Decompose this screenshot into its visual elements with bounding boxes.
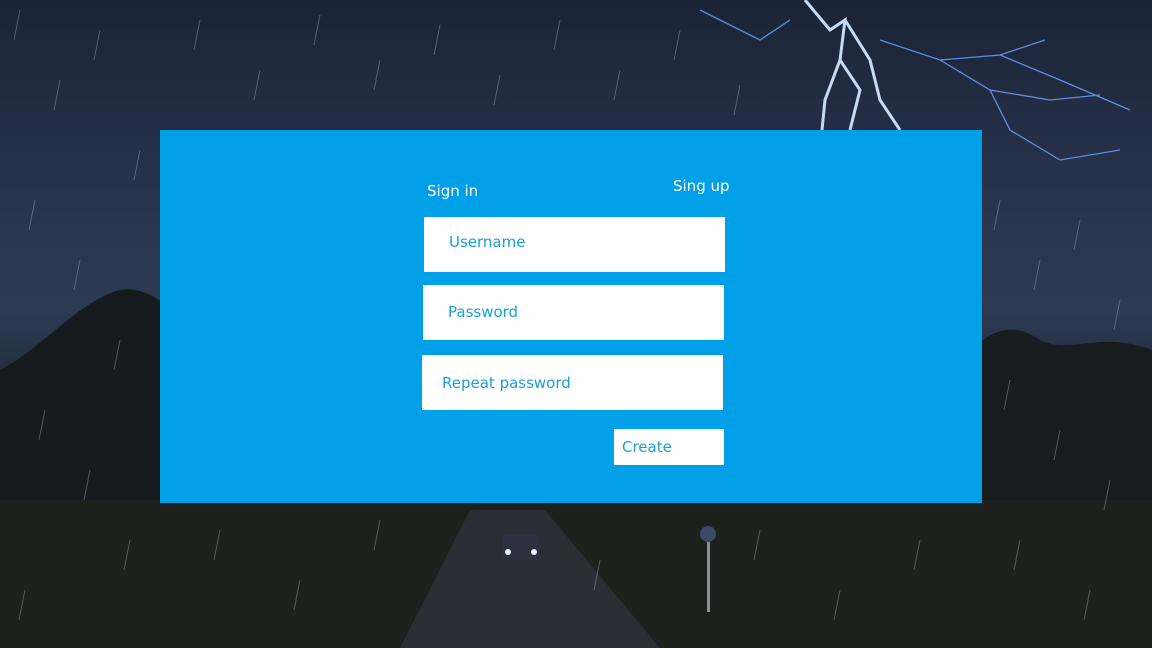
tab-sign-in[interactable]: Sign in <box>427 182 478 200</box>
username-input[interactable] <box>424 217 725 272</box>
tab-sign-up[interactable]: Sing up <box>673 177 730 195</box>
repeat-password-input[interactable] <box>422 355 723 410</box>
signup-panel: Sign in Sing up Create <box>160 130 982 503</box>
password-input[interactable] <box>423 285 724 340</box>
create-button[interactable]: Create <box>614 429 724 465</box>
